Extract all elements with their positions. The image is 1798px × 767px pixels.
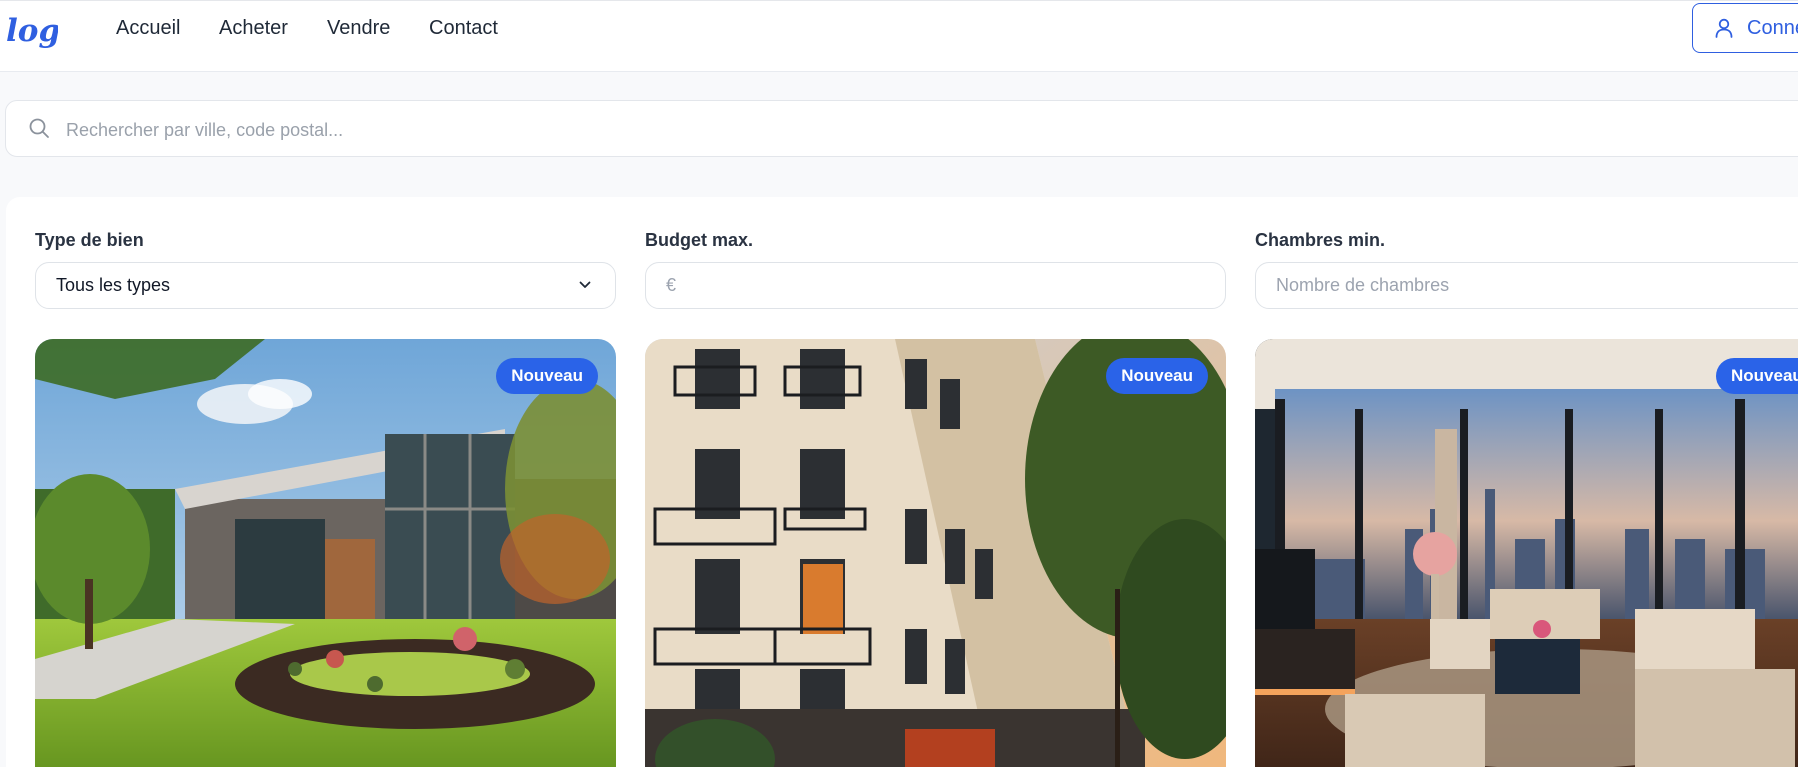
nav-vendre[interactable]: Vendre <box>327 17 390 40</box>
status-badge: Nouveau <box>1716 358 1798 394</box>
top-navbar: logo Accueil Acheter Vendre Contact Conn… <box>0 0 1798 72</box>
login-button[interactable]: Connexion <box>1692 3 1798 53</box>
user-icon <box>1715 18 1733 38</box>
logo[interactable]: logo <box>6 7 58 53</box>
living-room-photo <box>1255 339 1798 767</box>
bedrooms-placeholder: Nombre de chambres <box>1276 275 1450 295</box>
search-icon <box>29 118 49 138</box>
modern-house-photo <box>35 339 616 767</box>
status-badge: Nouveau <box>1106 358 1208 394</box>
listing-card[interactable]: Nouveau <box>645 339 1226 767</box>
budget-input[interactable]: € <box>645 262 1226 309</box>
apartment-building-photo <box>645 339 1226 767</box>
status-badge: Nouveau <box>496 358 598 394</box>
nav-contact[interactable]: Contact <box>429 17 498 40</box>
bedrooms-input[interactable]: Nombre de chambres <box>1255 262 1798 309</box>
property-type-label: Type de bien <box>35 230 144 250</box>
nav-accueil[interactable]: Accueil <box>116 17 180 40</box>
chevron-down-icon <box>579 281 591 288</box>
bedrooms-label: Chambres min. <box>1255 230 1386 250</box>
budget-label: Budget max. <box>645 230 754 250</box>
listing-card[interactable]: Nouveau <box>1255 339 1798 767</box>
listing-card[interactable]: Nouveau <box>35 339 616 767</box>
property-type-select[interactable]: Tous les types <box>35 262 616 309</box>
budget-placeholder: € <box>666 275 677 295</box>
search-input[interactable] <box>66 115 1066 145</box>
search-bar <box>5 100 1798 157</box>
property-type-value: Tous les types <box>56 275 171 295</box>
nav-acheter[interactable]: Acheter <box>219 17 288 40</box>
svg-text:logo: logo <box>6 13 58 49</box>
login-label: Connexion <box>1747 16 1798 39</box>
